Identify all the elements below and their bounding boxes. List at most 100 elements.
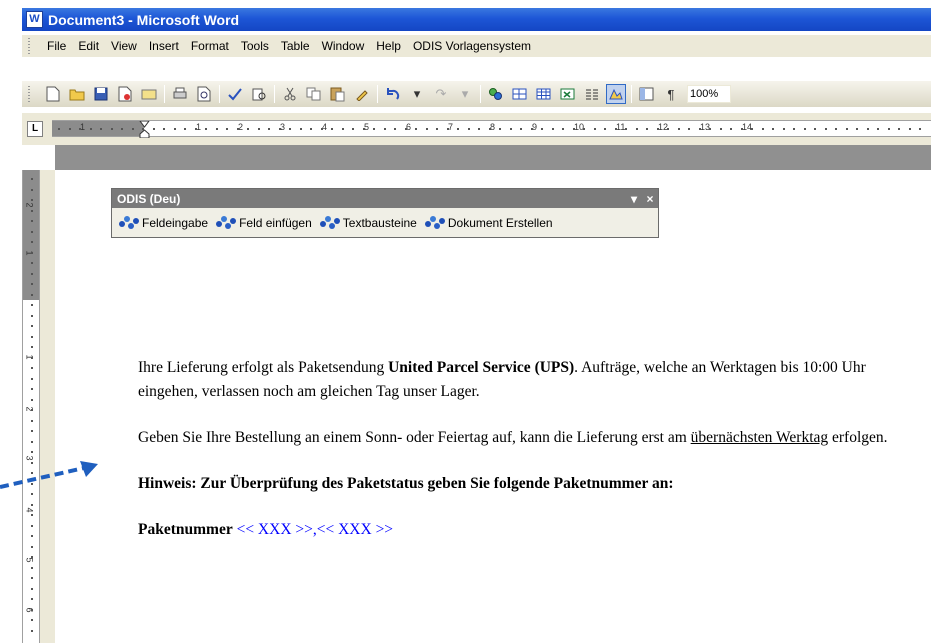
insert-excel-icon[interactable] [558,84,578,104]
format-painter-icon[interactable] [352,84,372,104]
ruler-number: 6 [406,122,412,132]
odis-textbausteine-button[interactable]: Textbausteine [319,215,417,231]
ruler-tick [362,128,365,130]
odis-dokument-erstellen-button[interactable]: Dokument Erstellen [424,215,553,231]
vruler-tick [31,314,33,317]
show-hide-icon[interactable]: ¶ [661,84,681,104]
odis-options-dropdown-icon[interactable]: ▾ [626,192,642,206]
menu-edit[interactable]: Edit [72,36,105,56]
ruler-tick [331,128,333,130]
vruler-tick [31,262,33,264]
insert-table-icon[interactable] [534,84,554,104]
ruler-tick [478,128,480,130]
vruler-tick [31,304,33,306]
standard-toolbar: ▾ ↷ ▾ ¶ 100% [22,81,931,107]
window-title: Document3 - Microsoft Word [48,11,240,28]
redo-dropdown-icon[interactable]: ▾ [455,84,475,104]
ruler-tick [698,128,701,130]
tab-selector[interactable]: L [27,121,43,137]
menu-view[interactable]: View [105,36,143,56]
document-body[interactable]: Ihre Lieferung erfolgt als Paketsendung … [138,356,918,564]
cut-icon[interactable] [280,84,300,104]
ruler-tick [446,128,449,130]
ruler-tick [824,128,827,130]
spelling-icon[interactable] [225,84,245,104]
odis-feld-einfuegen-button[interactable]: Feld einfügen [215,215,312,231]
ruler-tick [845,128,848,130]
save-icon[interactable] [91,84,111,104]
menu-insert[interactable]: Insert [143,36,185,56]
undo-dropdown-icon[interactable]: ▾ [407,84,427,104]
vruler-number: 1 [24,250,35,256]
vruler-tick [31,566,33,569]
ruler-tick [394,128,396,130]
ruler-number: 14 [742,122,753,132]
print-icon[interactable] [170,84,190,104]
open-icon[interactable] [67,84,87,104]
ruler-tick [142,128,144,130]
document-map-icon[interactable] [637,84,657,104]
ruler-tick [667,128,669,130]
ruler-tick [751,128,753,130]
drawing-icon[interactable] [606,84,626,104]
odis-toolbar-title: ODIS (Deu) [117,191,181,206]
ruler-tick [761,128,764,130]
horizontal-ruler[interactable]: 1 1 2 3 4 5 6 7 8 9 10 11 12 13 14 [52,120,931,138]
menu-window[interactable]: Window [316,36,371,56]
zoom-select[interactable]: 100% [687,85,731,103]
ruler-tick [404,128,407,130]
vruler-tick [31,514,33,516]
ruler-tick [625,128,627,130]
odis-close-icon[interactable]: × [642,192,658,206]
paste-icon[interactable] [328,84,348,104]
hyperlink-icon[interactable] [486,84,506,104]
vruler-tick [31,598,33,600]
vruler-tick [31,398,33,401]
redo-icon[interactable]: ↷ [431,84,451,104]
print-preview-icon[interactable] [194,84,214,104]
undo-icon[interactable] [383,84,403,104]
tables-borders-icon[interactable] [510,84,530,104]
indent-marker[interactable] [139,121,150,138]
vertical-ruler[interactable]: 21123456 [22,170,40,643]
vruler-tick [31,629,33,632]
ruler-tick [236,128,239,130]
vruler-tick [31,608,33,611]
menu-odis-vorlagensystem[interactable]: ODIS Vorlagensystem [407,36,537,56]
ruler-tick [803,128,806,130]
new-icon[interactable] [43,84,63,104]
ruler-tick [499,128,501,130]
odis-dots-icon [319,215,341,231]
p2-text-b: erfolgen. [828,429,888,446]
ruler-tick [520,128,522,130]
research-icon[interactable] [249,84,269,104]
ruler-tick [572,128,575,130]
ruler-number: 10 [574,122,585,132]
menu-help[interactable]: Help [370,36,407,56]
ruler-number: 9 [532,122,538,132]
menu-tools[interactable]: Tools [235,36,275,56]
menu-file[interactable]: File [41,36,72,56]
email-icon[interactable] [139,84,159,104]
ruler-tick [677,128,680,130]
ruler-tick [152,128,155,130]
ruler-tick [163,128,165,130]
columns-icon[interactable] [582,84,602,104]
ruler-tick [268,128,270,130]
paragraph-weekend: Geben Sie Ihre Bestellung an einem Sonn-… [138,426,918,450]
odis-feldeingabe-button[interactable]: Feldeingabe [118,215,208,231]
menu-grip-handle[interactable] [25,38,33,54]
ruler-tick [562,128,564,130]
odis-toolbar-titlebar[interactable]: ODIS (Deu) ▾ × [112,189,658,208]
word-app-icon[interactable]: W [26,11,43,28]
toolbar-grip-handle[interactable] [25,86,33,102]
ruler-tick [215,128,218,130]
ruler-number: 2 [238,122,244,132]
permission-icon[interactable] [115,84,135,104]
package-number-fields[interactable]: << XXX >>,<< XXX >> [233,521,393,538]
copy-icon[interactable] [304,84,324,104]
page-top-gap [55,145,931,170]
menu-format[interactable]: Format [185,36,235,56]
ruler-tick [425,128,428,130]
menu-table[interactable]: Table [275,36,316,56]
